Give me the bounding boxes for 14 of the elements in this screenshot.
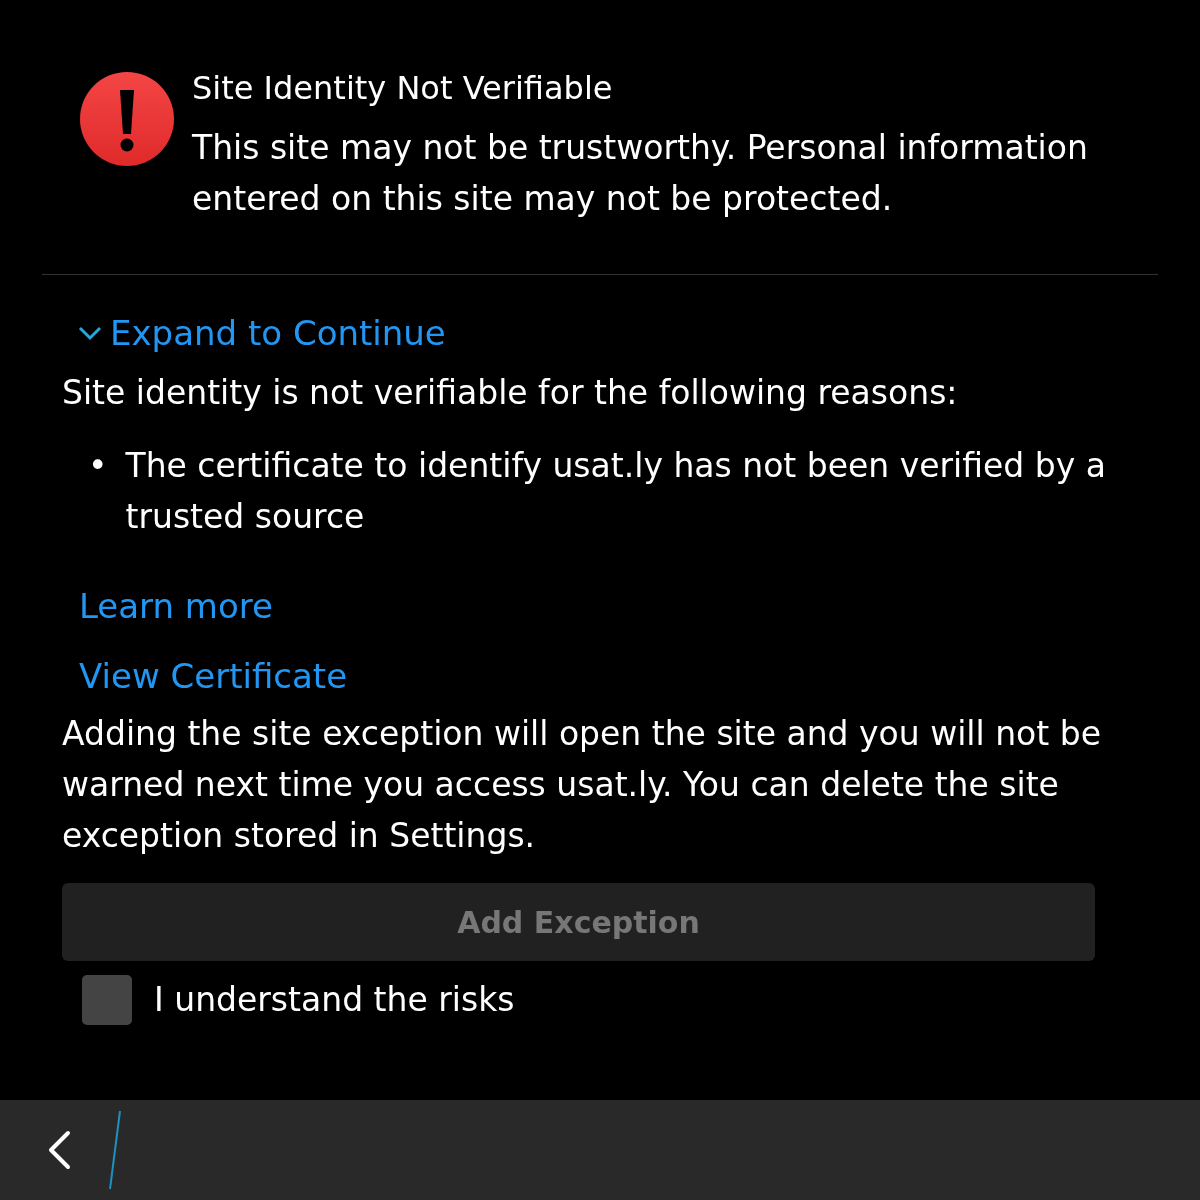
- link[interactable]: View Certificate: [79, 656, 348, 696]
- reason-item: The certificate to identify usat.ly has not been verified by a trusted source: [125, 445, 1107, 538]
- checkbox[interactable]: [82, 975, 132, 1025]
- checkbox-label: I understand the risks: [154, 980, 515, 1020]
- back-icon[interactable]: [46, 1130, 72, 1170]
- expand-link[interactable]: Expand to Continue: [78, 313, 446, 353]
- exception-note: Adding the site exception will open the site and you will not be warned next time you access usat.ly. You can delete the site exception stored in Settings.: [62, 713, 1102, 857]
- bullet: •: [88, 445, 108, 487]
- link[interactable]: Learn more: [79, 586, 273, 626]
- warning-icon: [80, 72, 174, 166]
- warning-title: Site Identity Not Verifiable: [192, 68, 614, 109]
- reasons-intro: Site identity is not verifiable for the following reasons:: [62, 372, 959, 414]
- chevron-icon: [78, 325, 102, 341]
- warning-message: This site may not be trustworthy. Personal information entered on this site may not be protected.: [192, 127, 1089, 220]
